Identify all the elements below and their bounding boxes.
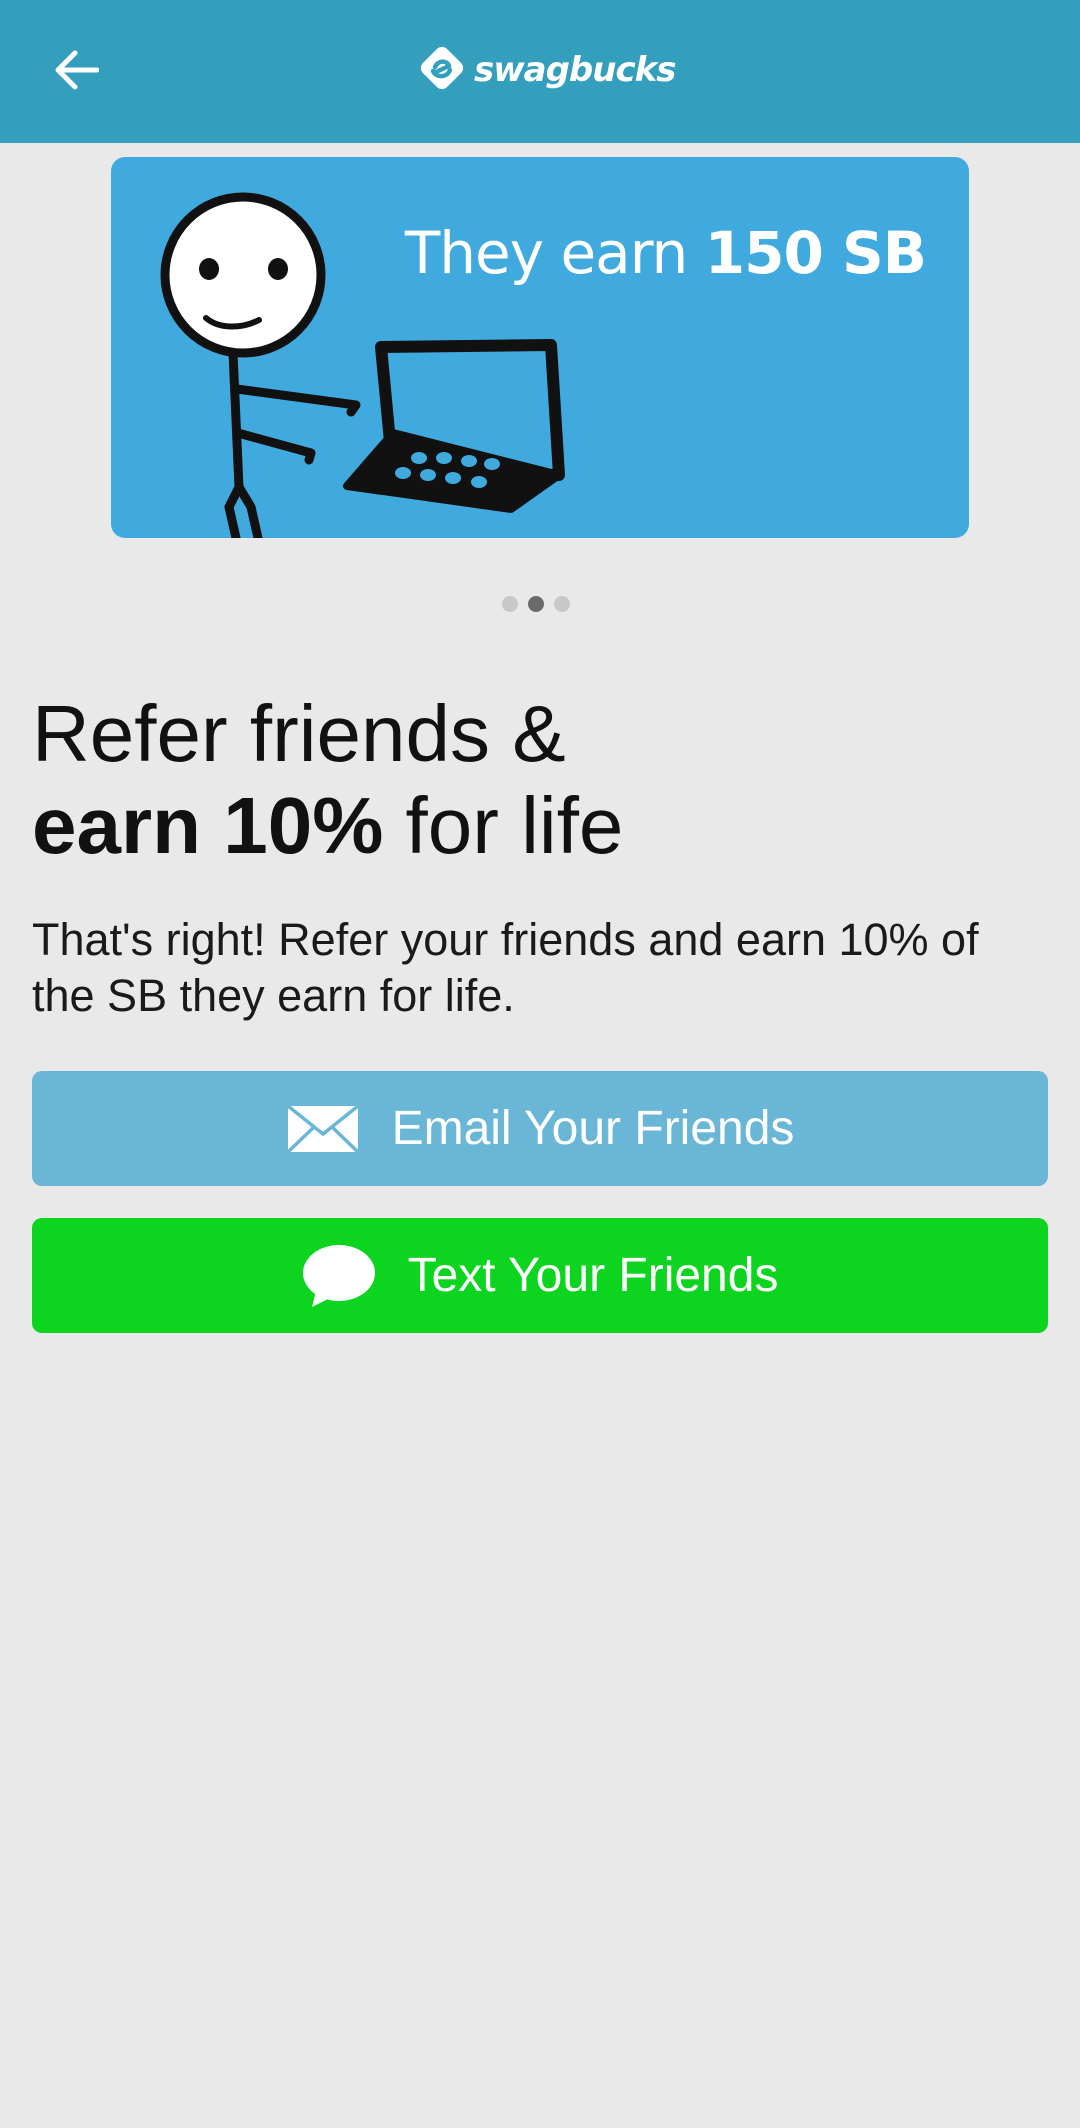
back-button[interactable] [40,36,112,108]
headline-line-2-rest: for life [383,781,624,870]
arrow-left-icon [53,50,100,95]
email-friends-button[interactable]: Email Your Friends [32,1071,1048,1186]
text-friends-label: Text Your Friends [407,1249,779,1302]
envelope-icon [286,1104,360,1154]
headline-emphasis: earn 10% [32,781,384,870]
banner-caption-prefix: They earn [404,219,705,287]
banner-caption-amount: 150 SB [704,219,927,287]
app-bar: swagbucks [0,0,1080,143]
swagbucks-logo: swagbucks [416,42,676,99]
page-headline: Refer friends & earn 10% for life [32,688,1032,872]
chat-bubble-icon [302,1243,376,1309]
carousel-banner[interactable]: They earn 150 SB [111,157,969,538]
brand-name: swagbucks [474,50,676,90]
description-text: That's right! Refer your friends and ear… [32,914,979,1021]
text-friends-button[interactable]: Text Your Friends [32,1218,1048,1333]
carousel-dot[interactable] [502,596,518,612]
stickman-laptop-illustration [160,192,565,538]
banner-caption: They earn 150 SB [404,219,927,287]
headline-line-1: Refer friends & [32,689,566,778]
swagbucks-logo-icon [416,42,468,99]
carousel-indicator [502,596,570,612]
carousel-dot-active[interactable] [528,596,544,612]
carousel-dot[interactable] [554,596,570,612]
email-friends-label: Email Your Friends [391,1102,795,1155]
